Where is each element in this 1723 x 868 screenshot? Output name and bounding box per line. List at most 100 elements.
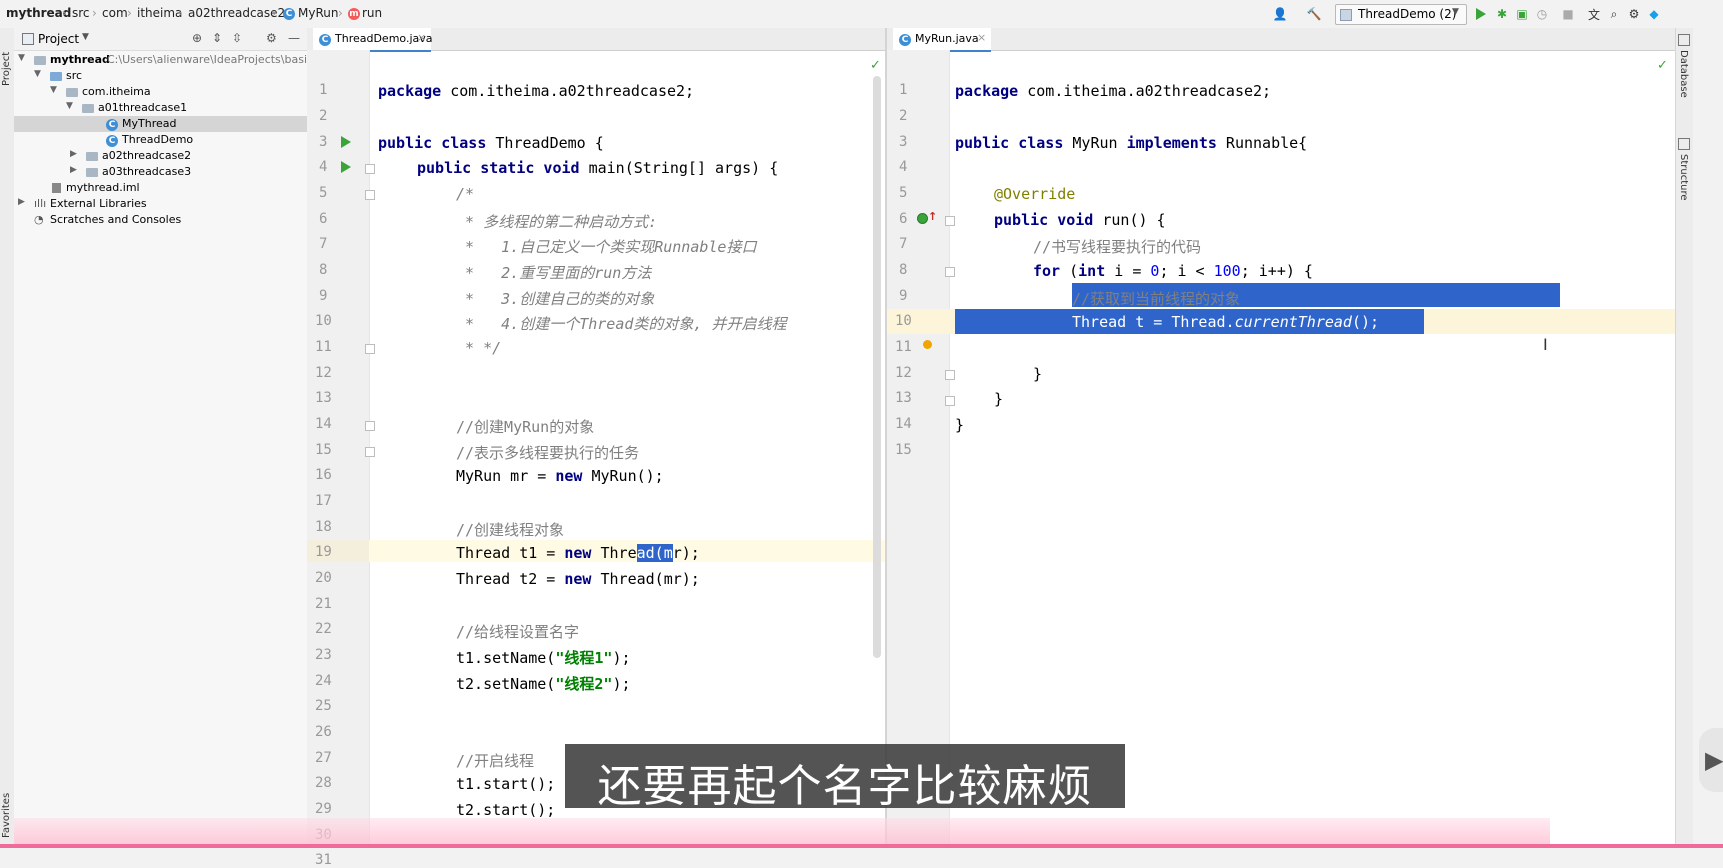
- breadcrumb-class[interactable]: MyRun: [298, 6, 338, 20]
- tree-item-case3[interactable]: ▶ a03threadcase3: [14, 164, 307, 180]
- tree-item-scratches[interactable]: ◔ Scratches and Consoles: [14, 212, 307, 228]
- code-line-19: Thread t1 = new Thread(mr);: [456, 544, 700, 562]
- line-number: 12: [315, 365, 332, 381]
- inspection-ok-icon[interactable]: ✓: [1657, 58, 1668, 73]
- search-icon[interactable]: ⌕: [1606, 6, 1622, 22]
- run-icon[interactable]: [1476, 8, 1486, 20]
- stop-icon[interactable]: ■: [1560, 6, 1576, 22]
- project-tool-label[interactable]: Project: [1, 36, 12, 86]
- run-class-icon[interactable]: [341, 136, 351, 148]
- package-icon: [86, 152, 98, 161]
- tree-item-threaddemo[interactable]: C ThreadDemo: [14, 132, 307, 148]
- run-main-icon[interactable]: [341, 161, 351, 173]
- build-hammer-icon[interactable]: 🔨: [1306, 6, 1322, 22]
- breadcrumb-package[interactable]: a02threadcase2: [188, 6, 285, 20]
- breadcrumb-separator: ›: [127, 6, 132, 20]
- tree-item-root[interactable]: ▼ mythread C:\Users\alienware\IdeaProjec…: [14, 52, 317, 68]
- favorites-tool-label[interactable]: Favorites: [1, 788, 12, 838]
- chevron-down-icon: ▼: [1452, 7, 1459, 17]
- breadcrumb-src[interactable]: src: [72, 6, 90, 20]
- hide-panel-icon[interactable]: —: [288, 31, 300, 45]
- breadcrumb-separator: ›: [272, 6, 277, 20]
- inspection-ok-icon[interactable]: ✓: [870, 58, 881, 73]
- project-panel-title[interactable]: Project: [38, 32, 79, 46]
- gear-icon[interactable]: ⚙: [1626, 6, 1642, 22]
- tab-threaddemo[interactable]: C ThreadDemo.java ×: [313, 28, 433, 52]
- code-line-5: @Override: [994, 185, 1076, 203]
- tree-item-case2[interactable]: ▶ a02threadcase2: [14, 148, 307, 164]
- line-number: 29: [315, 801, 332, 817]
- code-line-11: System.out.println(t.getName() + "HelloW…: [1072, 339, 1506, 357]
- breadcrumb-method[interactable]: run: [362, 6, 382, 20]
- close-icon[interactable]: ×: [417, 31, 426, 44]
- breadcrumb-com[interactable]: com: [102, 6, 128, 20]
- breadcrumb-separator: ›: [178, 6, 183, 20]
- implements-method-icon[interactable]: [917, 213, 928, 224]
- line-number: 5: [319, 185, 328, 201]
- coverage-icon[interactable]: ▣: [1514, 6, 1530, 22]
- line-number: 17: [315, 493, 332, 509]
- tree-item-label: MyThread: [122, 117, 177, 130]
- tree-item-iml[interactable]: mythread.iml: [14, 180, 307, 196]
- expand-all-icon[interactable]: ⇕: [212, 31, 222, 45]
- vertical-scrollbar[interactable]: [873, 76, 881, 658]
- close-icon[interactable]: ×: [977, 31, 986, 44]
- fold-marker-icon[interactable]: [365, 190, 375, 200]
- override-arrow-icon[interactable]: ↑: [928, 210, 937, 223]
- line-number: 7: [319, 236, 328, 252]
- code-line-3: public class MyRun implements Runnable{: [955, 134, 1308, 152]
- code-line-12: }: [1033, 365, 1043, 383]
- database-tool-label[interactable]: Database: [1678, 50, 1689, 98]
- code-line-20: Thread t2 = new Thread(mr);: [456, 570, 700, 588]
- navigation-bar: mythread › src › com › itheima › a02thre…: [0, 0, 1723, 29]
- user-icon[interactable]: 👤: [1272, 6, 1288, 22]
- line-number: 27: [315, 750, 332, 766]
- plugin-icon[interactable]: ◆: [1646, 6, 1662, 22]
- intention-bulb-icon[interactable]: [923, 340, 932, 349]
- tab-myrun[interactable]: C MyRun.java ×: [893, 28, 991, 52]
- fold-marker-icon[interactable]: [365, 447, 375, 457]
- code-line-4: public static void main(String[] args) {: [417, 159, 779, 177]
- locate-icon[interactable]: ⊕: [192, 31, 202, 45]
- tree-item-case1[interactable]: ▼ a01threadcase1: [14, 100, 307, 116]
- code-line-11: * */: [456, 339, 502, 357]
- line-number: 22: [315, 621, 332, 637]
- structure-tool-label[interactable]: Structure: [1678, 154, 1689, 201]
- video-play-tab[interactable]: ▶: [1699, 728, 1723, 792]
- line-number: 6: [319, 211, 328, 227]
- gear-icon[interactable]: ⚙: [266, 31, 277, 45]
- collapse-all-icon[interactable]: ⇳: [232, 31, 242, 45]
- project-view-icon: [22, 33, 34, 45]
- chevron-right-icon: ▶: [70, 149, 77, 159]
- tree-item-src[interactable]: ▼ src: [14, 68, 307, 84]
- tree-item-label: src: [66, 69, 83, 82]
- profile-icon[interactable]: ◷: [1534, 6, 1550, 22]
- fold-marker-icon[interactable]: [945, 267, 955, 277]
- editor-threaddemo[interactable]: C ThreadDemo.java × 1 2 3 4 5 6 7 8 9 10…: [307, 28, 885, 868]
- fold-marker-icon[interactable]: [365, 421, 375, 431]
- tree-item-package[interactable]: ▼ com.itheima: [14, 84, 307, 100]
- code-line-14: }: [955, 416, 965, 434]
- fold-marker-icon[interactable]: [945, 216, 955, 226]
- chevron-down-icon[interactable]: ▼: [82, 32, 89, 42]
- fold-marker-icon[interactable]: [945, 396, 955, 406]
- line-number: 26: [315, 724, 332, 740]
- fold-marker-icon[interactable]: [365, 164, 375, 174]
- tree-item-libraries[interactable]: ▶ ıllı External Libraries: [14, 196, 307, 212]
- code-line-10: * 4.创建一个Thread类的对象, 并开启线程: [456, 315, 787, 333]
- line-number: 2: [899, 108, 908, 124]
- translate-icon[interactable]: 文: [1586, 6, 1602, 22]
- run-configuration-select[interactable]: ThreadDemo (2) ▼: [1335, 4, 1467, 25]
- code-line-14: //创建MyRun的对象: [456, 418, 595, 436]
- editor-myrun[interactable]: C MyRun.java × 1 2 3 4 5 6 7 8 9 10 11 1…: [887, 28, 1675, 848]
- fold-marker-icon[interactable]: [365, 344, 375, 354]
- subtitle-box: 还要再起个名字比较麻烦: [565, 744, 1125, 812]
- code-line-22: //给线程设置名字: [456, 623, 580, 641]
- fold-marker-icon[interactable]: [945, 370, 955, 380]
- tree-item-mythread[interactable]: C MyThread: [14, 116, 307, 132]
- folder-icon: [34, 56, 46, 65]
- debug-icon[interactable]: ✱: [1494, 6, 1510, 22]
- code-line-13: }: [994, 390, 1004, 408]
- gutter-divider: [949, 50, 950, 848]
- breadcrumb-itheima[interactable]: itheima: [137, 6, 182, 20]
